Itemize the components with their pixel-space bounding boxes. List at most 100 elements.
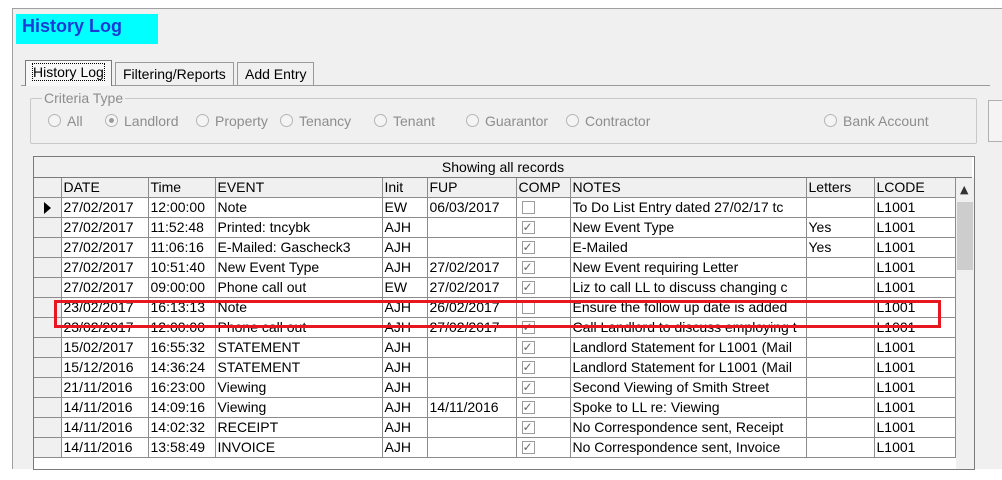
cell-init[interactable]: AJH — [382, 257, 428, 278]
cell-lcode[interactable]: L1001 — [874, 417, 956, 438]
comp-checkbox[interactable] — [521, 418, 535, 437]
cell-event[interactable]: Note — [215, 197, 383, 218]
comp-checkbox[interactable] — [521, 201, 535, 214]
cell-date[interactable]: 15/12/2016 — [61, 357, 149, 378]
cell-time[interactable]: 10:51:40 — [148, 257, 216, 278]
cell-lcode[interactable]: L1001 — [874, 317, 956, 338]
table-row[interactable]: 14/11/201614:09:16ViewingAJH14/11/2016Sp… — [34, 397, 956, 418]
radio-all[interactable]: All — [48, 113, 83, 129]
cell-comp[interactable] — [516, 297, 571, 318]
column-header-notes[interactable]: NOTES — [570, 178, 807, 198]
column-header-letters[interactable]: Letters — [806, 178, 875, 198]
cell-comp[interactable] — [516, 237, 571, 258]
cell-date[interactable]: 27/02/2017 — [61, 197, 149, 218]
side-button[interactable] — [988, 100, 1002, 142]
column-header-date[interactable]: DATE — [61, 178, 149, 198]
cell-lcode[interactable]: L1001 — [874, 297, 956, 318]
comp-checkbox[interactable] — [521, 378, 535, 397]
radio-contractor[interactable]: Contractor — [566, 113, 650, 129]
cell-event[interactable]: Note — [215, 297, 383, 318]
cell-letters[interactable] — [806, 297, 875, 318]
radio-tenant[interactable]: Tenant — [374, 113, 435, 129]
cell-date[interactable]: 21/11/2016 — [61, 377, 149, 398]
cell-lcode[interactable]: L1001 — [874, 217, 956, 238]
cell-comp[interactable] — [516, 257, 571, 278]
cell-time[interactable]: 12:00:00 — [148, 317, 216, 338]
cell-fup[interactable] — [427, 217, 517, 238]
cell-comp[interactable] — [516, 197, 571, 218]
cell-init[interactable]: AJH — [382, 337, 428, 358]
cell-notes[interactable]: Spoke to LL re: Viewing — [570, 397, 807, 418]
cell-time[interactable]: 16:13:13 — [148, 297, 216, 318]
cell-comp[interactable] — [516, 337, 571, 358]
cell-notes[interactable]: To Do List Entry dated 27/02/17 tc — [570, 197, 807, 218]
cell-comp[interactable] — [516, 217, 571, 238]
column-header-lcode[interactable]: LCODE — [874, 178, 956, 198]
cell-letters[interactable] — [806, 357, 875, 378]
cell-init[interactable]: AJH — [382, 377, 428, 398]
comp-checkbox[interactable] — [521, 398, 535, 417]
comp-checkbox[interactable] — [521, 218, 535, 237]
cell-fup[interactable]: 14/11/2016 — [427, 397, 517, 418]
cell-time[interactable]: 11:06:16 — [148, 237, 216, 258]
cell-fup[interactable] — [427, 337, 517, 358]
row-indicator[interactable] — [34, 337, 62, 358]
tab-filtering-reports[interactable]: Filtering/Reports — [115, 62, 234, 85]
comp-checkbox[interactable] — [521, 278, 535, 297]
table-row[interactable]: 27/02/201711:52:48Printed: tncybkAJH New … — [34, 217, 956, 238]
cell-date[interactable]: 14/11/2016 — [61, 397, 149, 418]
cell-comp[interactable] — [516, 277, 571, 298]
scroll-thumb[interactable] — [957, 202, 973, 270]
cell-notes[interactable]: Call Landlord to discuss employing t — [570, 317, 807, 338]
scroll-up-icon[interactable]: ▲ — [960, 183, 968, 196]
cell-notes[interactable]: Ensure the follow up date is added — [570, 297, 807, 318]
cell-fup[interactable]: 26/02/2017 — [427, 297, 517, 318]
cell-init[interactable]: AJH — [382, 217, 428, 238]
cell-event[interactable]: STATEMENT — [215, 357, 383, 378]
cell-letters[interactable] — [806, 417, 875, 438]
table-row[interactable]: 15/02/201716:55:32STATEMENTAJH Landlord S… — [34, 337, 956, 358]
comp-checkbox[interactable] — [521, 301, 535, 314]
table-row[interactable]: 27/02/2017 10:51:40 New Event Type AJH 27/02… — [34, 257, 956, 278]
cell-init[interactable]: AJH — [382, 297, 428, 318]
cell-init[interactable]: AJH — [382, 397, 428, 418]
column-header-event[interactable]: EVENT — [215, 178, 383, 198]
cell-event[interactable]: New Event Type — [215, 257, 383, 278]
cell-time[interactable]: 16:55:32 — [148, 337, 216, 358]
cell-letters[interactable] — [806, 437, 875, 458]
radio-property[interactable]: Property — [196, 113, 268, 129]
cell-time[interactable]: 14:02:32 — [148, 417, 216, 438]
cell-notes[interactable]: New Event requiring Letter — [570, 257, 807, 278]
row-indicator[interactable] — [34, 257, 62, 278]
cell-fup[interactable] — [427, 437, 517, 458]
column-header-time[interactable]: Time — [148, 178, 216, 198]
cell-event[interactable]: Printed: tncybk — [215, 217, 383, 238]
cell-event[interactable]: RECEIPT — [215, 417, 383, 438]
cell-comp[interactable] — [516, 377, 571, 398]
cell-lcode[interactable]: L1001 — [874, 337, 956, 358]
comp-checkbox[interactable] — [521, 258, 535, 277]
cell-comp[interactable] — [516, 437, 571, 458]
cell-fup[interactable] — [427, 417, 517, 438]
cell-time[interactable]: 14:09:16 — [148, 397, 216, 418]
cell-date[interactable]: 14/11/2016 — [61, 437, 149, 458]
radio-tenancy[interactable]: Tenancy — [280, 113, 351, 129]
cell-fup[interactable] — [427, 237, 517, 258]
cell-date[interactable]: 15/02/2017 — [61, 337, 149, 358]
cell-init[interactable]: AJH — [382, 437, 428, 458]
row-indicator[interactable] — [34, 317, 62, 338]
cell-fup[interactable]: 06/03/2017 — [427, 197, 517, 218]
row-indicator[interactable] — [34, 357, 62, 378]
cell-lcode[interactable]: L1001 — [874, 397, 956, 418]
comp-checkbox[interactable] — [521, 318, 535, 337]
cell-letters[interactable] — [806, 397, 875, 418]
column-header-comp[interactable]: COMP — [516, 178, 571, 198]
cell-event[interactable]: Viewing — [215, 377, 383, 398]
cell-comp[interactable] — [516, 317, 571, 338]
cell-event[interactable]: Phone call out — [215, 317, 383, 338]
table-row[interactable]: 15/12/201614:36:24STATEMENTAJH Landlord S… — [34, 357, 956, 378]
cell-lcode[interactable]: L1001 — [874, 197, 956, 218]
cell-event[interactable]: E-Mailed: Gascheck3 — [215, 237, 383, 258]
table-row[interactable]: 23/02/2017 12:00:00 Phone call out AJH 27/02… — [34, 317, 956, 338]
cell-notes[interactable]: Second Viewing of Smith Street — [570, 377, 807, 398]
